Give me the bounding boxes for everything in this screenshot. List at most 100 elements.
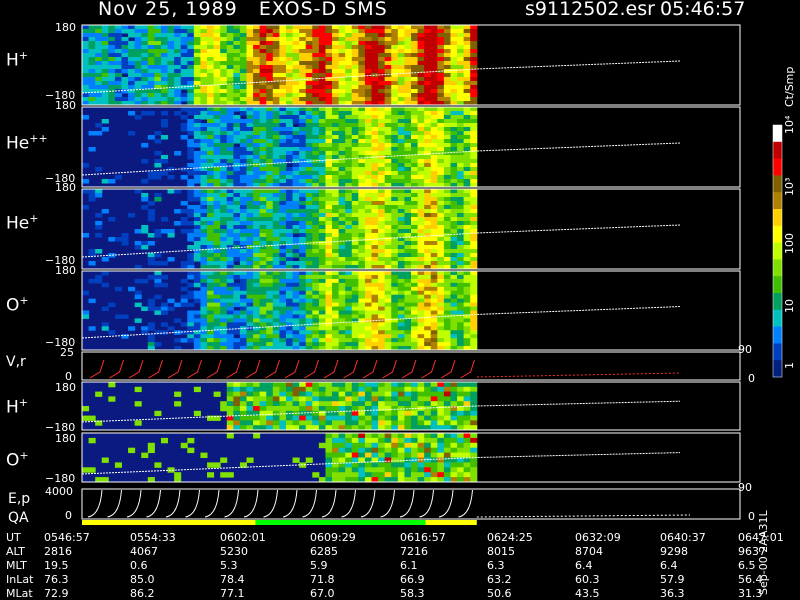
spectrogram-cell [338,442,346,449]
spectrogram-cell [233,257,241,262]
spectrogram-cell [384,37,392,42]
spectrogram-cell [443,457,451,463]
spectrogram-cell [424,119,432,124]
spectrogram-cell [404,85,412,90]
spectrogram-cell [318,135,326,140]
spectrogram-cell [312,396,320,402]
footer-row-label: UT [6,531,21,544]
spectrogram-cell [397,93,405,98]
spectrogram-cell [226,334,234,339]
spectrogram-cell [259,85,267,90]
spectrogram-cell [233,229,241,234]
spectrogram-cell [180,221,188,226]
spectrogram-cell [167,69,175,74]
spectrogram-cell [364,37,373,42]
spectrogram-cell [450,61,458,66]
spectrogram-cell [279,175,287,180]
spectrogram-cell [200,139,208,144]
spectrogram-cell [371,77,379,82]
spectrogram-cell [121,237,129,242]
spectrogram-cell [259,77,267,82]
spectrogram-cell [305,401,313,407]
spectrogram-cell [351,97,359,102]
spectrogram-cell [397,420,405,426]
spectrogram-cell [371,452,379,458]
spectrogram-cell [424,139,432,144]
spectrogram-cell [95,391,103,397]
spectrogram-cell [318,225,326,230]
spectrogram-cell [417,401,425,407]
spectrogram-cell [128,49,136,54]
spectrogram-cell [443,249,451,254]
spectrogram-cell [397,115,405,120]
spectrogram-cell [430,217,438,222]
spectrogram-cell [207,193,215,198]
spectrogram-cell [239,209,247,214]
spectrogram-cell [457,163,465,168]
spectrogram-cell [457,189,465,194]
spectrogram-cell [193,338,201,343]
right-tick: 90 [738,343,752,356]
spectrogram-cell [371,115,379,120]
spectrogram-cell [220,294,228,300]
spectrogram-cell [213,310,221,315]
spectrogram-cell [285,97,294,102]
spectrogram-cell [378,85,386,90]
spectrogram-cell [174,37,182,42]
spectrogram-cell [325,406,333,412]
spectrogram-cell [318,217,326,222]
spectrogram-cell [305,221,313,226]
spectrogram-cell [338,326,346,331]
spectrogram-cell [358,175,366,180]
spectrogram-cell [160,135,169,140]
spectrogram-cell [358,322,366,327]
spectrogram-cell [364,209,373,214]
spectrogram-cell [193,37,201,42]
spectrogram-cell [384,151,392,156]
footer-cell: 58.3 [400,587,425,600]
spectrogram-cell [384,274,392,280]
spectrogram-cell [345,107,353,112]
spectrogram-cell [378,396,386,402]
spectrogram-cell [141,93,149,98]
spectrogram-cell [397,306,405,311]
spectrogram-cell [318,271,326,276]
spectrogram-cell [312,261,320,266]
spectrogram-cell [364,294,373,300]
spectrogram-cell [180,135,188,140]
spectrogram-cell [292,89,300,94]
spectrogram-cell [305,171,313,176]
spectrogram-cell [193,326,201,331]
spectrogram-cell [239,396,247,402]
spectrogram-cell [437,452,445,458]
spectrogram-cell [358,119,366,124]
spectrogram-cell [220,147,228,152]
spectrogram-cell [463,209,471,214]
spectrogram-cell [200,123,208,128]
spectrogram-cell [457,290,465,296]
spectrogram-cell [404,420,412,426]
spectrogram-cell [259,391,267,397]
spectrogram-cell [285,115,294,120]
spectrogram-cell [345,257,353,262]
spectrogram-cell [147,135,155,140]
spectrogram-cell [411,257,419,262]
spectrogram-cell [378,420,386,426]
spectrogram-cell [207,271,215,276]
spectrogram-cell [180,286,188,292]
spectrogram-cell [345,53,353,58]
spectrogram-cell [180,442,188,449]
spectrogram-cell [292,171,300,176]
energy-trace [380,489,395,518]
spectrogram-cell [364,167,373,172]
spectrogram-cell [391,97,399,102]
spectrogram-cell [285,61,294,66]
spectrogram-cell [318,155,326,160]
spectrogram-cell [437,201,445,206]
footer-cell: 19.5 [44,559,69,572]
spectrogram-cell [207,318,215,323]
spectrogram-cell [147,171,155,176]
spectrogram-cell [443,342,451,347]
spectrogram-cell [404,97,412,102]
spectrogram-cell [424,282,432,288]
